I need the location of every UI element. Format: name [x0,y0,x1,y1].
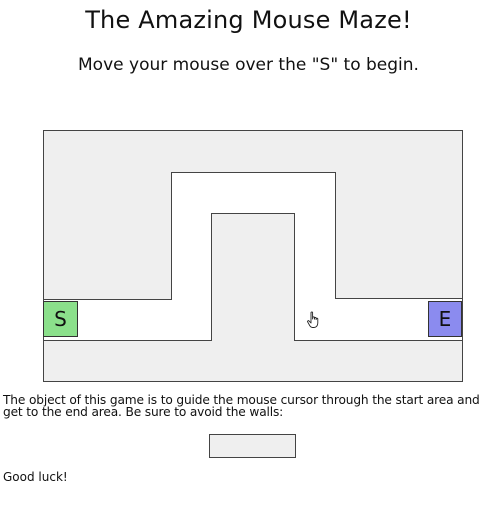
end-pad[interactable]: E [428,301,462,337]
end-label: E [438,307,452,331]
maze-area: S E [0,0,497,509]
wall-sample [209,434,296,458]
good-luck-text: Good luck! [3,470,68,484]
start-pad[interactable]: S [43,301,78,337]
instructions-text: The object of this game is to guide the … [3,393,480,419]
hand-pointer-icon [307,311,319,328]
start-label: S [54,307,67,331]
maze-wall-lines [44,172,462,341]
